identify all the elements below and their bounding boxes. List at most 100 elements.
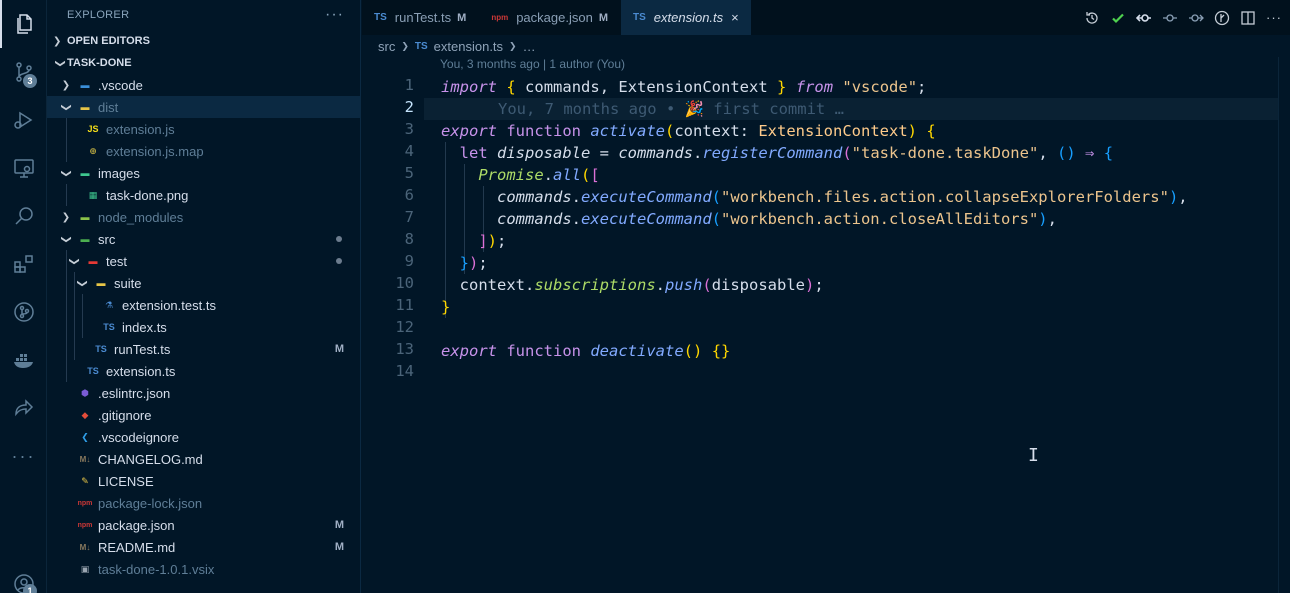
scm-badge: 3 <box>23 74 37 88</box>
breadcrumb-file[interactable]: extension.ts <box>434 39 503 54</box>
git-commit-icon[interactable] <box>1136 10 1152 26</box>
tree-item[interactable]: npm package-lock.json <box>47 492 360 514</box>
tree-indent-guide <box>66 140 67 162</box>
tab-runtest[interactable]: TS runTest.ts M <box>362 0 480 35</box>
line-number: 13 <box>395 340 414 358</box>
vertical-scrollbar[interactable] <box>1278 57 1290 593</box>
split-editor-icon[interactable] <box>1240 10 1256 26</box>
tree-item[interactable]: TS runTest.ts M <box>47 338 360 360</box>
tree-item[interactable]: ❯ ▬ images <box>47 162 360 184</box>
line-number: 10 <box>395 274 414 292</box>
search-icon[interactable] <box>0 192 47 240</box>
chevron-right-icon: ❯ <box>509 40 517 51</box>
tree-item[interactable]: ❯ ▬ .vscode <box>47 74 360 96</box>
tree-item[interactable]: ❯ ▬ src <box>47 228 360 250</box>
tree-item[interactable]: npm package.json M <box>47 514 360 536</box>
tree-item[interactable]: ◆ .gitignore <box>47 404 360 426</box>
tree-item-label: task-done.png <box>106 187 189 203</box>
explorer-more-icon[interactable]: ··· <box>325 6 344 24</box>
code-line: } <box>441 298 451 316</box>
gitlens-icon[interactable] <box>1214 10 1230 26</box>
docker-icon[interactable] <box>0 336 47 384</box>
js-icon: JS <box>87 124 99 134</box>
open-editors-label: OPEN EDITORS <box>67 35 150 47</box>
explorer-sidebar: EXPLORER ··· ❯ OPEN EDITORS ❯ TASK-DONE … <box>47 0 361 593</box>
live-share-icon[interactable] <box>0 384 47 432</box>
code-editor[interactable]: You, 3 months ago | 1 author (You) 1 2 3… <box>362 57 1278 593</box>
tree-item[interactable]: M↓ README.md M <box>47 536 360 558</box>
chevron-down-icon: ❯ <box>60 234 72 244</box>
tree-item[interactable]: TS extension.ts <box>47 360 360 382</box>
tree-item[interactable]: ❯ ▬ dist <box>47 96 360 118</box>
tree-item[interactable]: ⊕ extension.js.map <box>47 140 360 162</box>
code-line: context.subscriptions.push(disposable); <box>459 276 824 294</box>
tree-item-label: .vscodeignore <box>98 429 179 445</box>
tree-item[interactable]: ▦ task-done.png <box>47 184 360 206</box>
tree-item[interactable]: JS extension.js <box>47 118 360 140</box>
tree-item[interactable]: M↓ CHANGELOG.md <box>47 448 360 470</box>
vsix-icon: ▣ <box>80 563 90 574</box>
tab-package-json[interactable]: npm package.json M <box>479 0 621 35</box>
tab-extension-ts[interactable]: TS extension.ts × <box>621 0 752 35</box>
chevron-right-icon: ❯ <box>401 40 409 51</box>
history-icon[interactable] <box>1084 10 1100 26</box>
line-number: 14 <box>395 362 414 380</box>
tree-item[interactable]: ✎ LICENSE <box>47 470 360 492</box>
ts-icon: TS <box>103 322 115 332</box>
git-graph-icon[interactable] <box>0 288 47 336</box>
blame-codelens[interactable]: You, 3 months ago | 1 author (You) <box>440 57 625 75</box>
changes-dot <box>336 236 342 242</box>
tree-item[interactable]: ❯ ▬ node_modules <box>47 206 360 228</box>
tree-item[interactable]: ❯ ▬ test <box>47 250 360 272</box>
remote-explorer-icon[interactable] <box>0 144 47 192</box>
tree-item[interactable]: ⬢ .eslintrc.json <box>47 382 360 404</box>
code-line: Promise.all([ <box>478 166 600 184</box>
check-icon[interactable] <box>1110 10 1126 26</box>
chevron-right-icon: ❯ <box>61 79 71 91</box>
tree-item-label: .vscode <box>98 77 143 93</box>
tree-item[interactable]: ❯ ▬ suite <box>47 272 360 294</box>
breadcrumb-symbols[interactable]: … <box>523 39 536 54</box>
breadcrumb-folder[interactable]: src <box>378 39 395 54</box>
tree-item[interactable]: ❮ .vscodeignore <box>47 426 360 448</box>
modified-badge: M <box>598 11 608 24</box>
tree-item[interactable]: ⚗ extension.test.ts <box>47 294 360 316</box>
close-icon[interactable]: × <box>731 10 739 25</box>
tree-item-label: .eslintrc.json <box>98 385 171 401</box>
tree-indent-guide <box>66 360 67 382</box>
previous-change-icon[interactable] <box>1162 10 1178 26</box>
folder-icon: ▬ <box>96 278 106 288</box>
modified-badge: M <box>334 519 344 531</box>
explorer-title: EXPLORER <box>67 9 130 21</box>
folder-icon: ▬ <box>88 256 98 266</box>
tree-indent-guide <box>66 184 67 206</box>
tree-item-label: package-lock.json <box>98 495 203 511</box>
open-editors-section[interactable]: ❯ OPEN EDITORS <box>47 30 360 52</box>
npm-icon: npm <box>77 521 93 529</box>
folder-icon: ▬ <box>80 102 90 112</box>
folder-icon: ▬ <box>80 212 90 222</box>
tree-item[interactable]: ▣ task-done-1.0.1.vsix <box>47 558 360 580</box>
line-number: 4 <box>404 142 414 160</box>
next-change-icon[interactable] <box>1188 10 1204 26</box>
account-badge: 1 <box>23 584 37 593</box>
source-control-icon[interactable]: 3 <box>0 48 47 96</box>
more-icon[interactable]: ··· <box>0 432 47 480</box>
chevron-down-icon: ❯ <box>76 278 88 288</box>
tree-item[interactable]: TS index.ts <box>47 316 360 338</box>
extensions-icon[interactable] <box>0 240 47 288</box>
line-number: 11 <box>395 296 414 314</box>
tree-item-label: runTest.ts <box>114 341 171 357</box>
vscode-icon: ❮ <box>81 431 89 442</box>
line-number: 3 <box>404 120 414 138</box>
account-icon[interactable]: 1 <box>0 560 47 593</box>
more-actions-icon[interactable]: ··· <box>1266 10 1282 26</box>
run-debug-icon[interactable] <box>0 96 47 144</box>
project-section[interactable]: ❯ TASK-DONE <box>47 52 360 74</box>
explorer-icon[interactable] <box>0 0 47 48</box>
changes-dot <box>336 258 342 264</box>
npm-icon: npm <box>77 499 93 507</box>
tree-item-label: .gitignore <box>98 407 152 423</box>
chevron-down-icon: ❯ <box>60 102 72 112</box>
line-number: 5 <box>404 164 414 182</box>
